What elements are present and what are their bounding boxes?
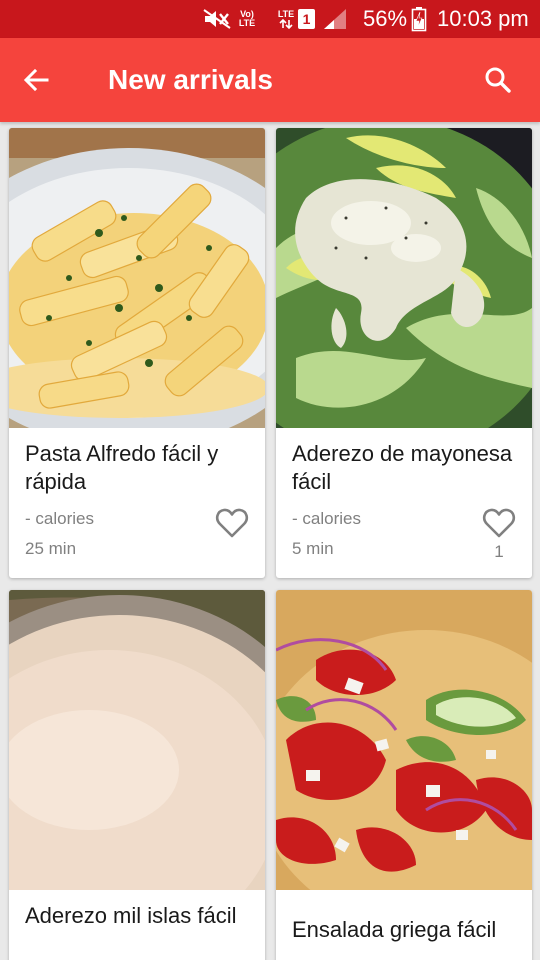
recipe-calories: - calories bbox=[25, 509, 94, 528]
heart-outline-icon bbox=[482, 508, 516, 538]
search-button[interactable] bbox=[478, 60, 518, 100]
clock: 10:03 pm bbox=[437, 6, 529, 31]
recipe-photo-thousand-island bbox=[9, 590, 265, 890]
mute-icon bbox=[202, 0, 232, 38]
lte-label: LTE bbox=[277, 8, 295, 19]
recipe-photo-pasta bbox=[9, 128, 265, 428]
recipe-name: Aderezo de mayonesa fácil bbox=[292, 441, 513, 494]
page-title: New arrivals bbox=[108, 64, 273, 95]
recipe-name: Pasta Alfredo fácil y rápida bbox=[25, 441, 219, 494]
recipe-card[interactable]: Ensalada griega fácil bbox=[276, 590, 532, 960]
data-arrows-icon bbox=[279, 18, 293, 29]
volte-indicator: Vo) LTE bbox=[234, 0, 260, 38]
arrow-back-icon bbox=[23, 68, 49, 92]
sim-number: 1 bbox=[298, 9, 315, 29]
app-bar: New arrivals bbox=[0, 38, 540, 122]
volte-label: Vo) LTE bbox=[238, 9, 256, 28]
lte-indicator: LTE bbox=[274, 0, 298, 38]
recipe-calories: - calories bbox=[292, 509, 361, 528]
favorite-button[interactable] bbox=[215, 507, 249, 539]
battery-percent: 56% bbox=[363, 6, 408, 31]
recipe-photo-greek-salad bbox=[276, 590, 532, 890]
signal-icon bbox=[322, 0, 348, 38]
search-icon bbox=[485, 67, 511, 93]
like-count: 1 bbox=[494, 542, 504, 561]
recipe-card[interactable]: Pasta Alfredo fácil y rápida - calories … bbox=[9, 128, 265, 578]
heart-outline-icon bbox=[215, 508, 249, 538]
sim-indicator: 1 bbox=[298, 0, 315, 38]
recipe-photo-mayo-dressing bbox=[276, 128, 532, 428]
status-bar: Vo) LTE LTE 1 56% 10:03 pm bbox=[0, 0, 540, 38]
recipe-time: 5 min bbox=[292, 539, 334, 558]
recipe-time: 25 min bbox=[25, 539, 77, 558]
recipe-card[interactable]: Aderezo mil islas fácil bbox=[9, 590, 265, 960]
recipe-name: Aderezo mil islas fácil bbox=[25, 903, 237, 928]
recipe-card[interactable]: Aderezo de mayonesa fácil - calories 5 m… bbox=[276, 128, 532, 578]
back-button[interactable] bbox=[16, 60, 56, 100]
battery-charging-icon bbox=[411, 0, 427, 38]
recipe-name: Ensalada griega fácil bbox=[292, 917, 497, 942]
favorite-button[interactable] bbox=[482, 507, 516, 539]
